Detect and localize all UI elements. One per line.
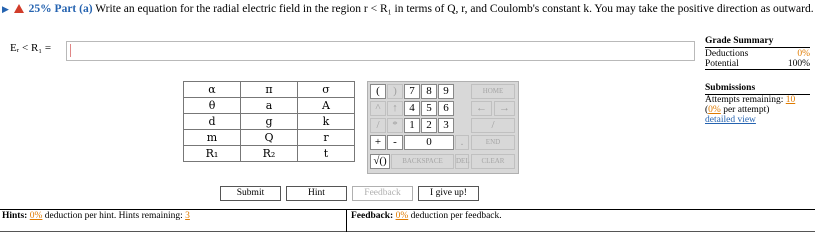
text-caret	[70, 44, 71, 57]
submit-button[interactable]: Submit	[220, 186, 281, 201]
symbol-k-button[interactable]: k	[297, 113, 355, 130]
digit-7-button[interactable]: 7	[404, 84, 420, 99]
potential-label: Potential	[705, 59, 739, 69]
symbol-t-button[interactable]: t	[297, 145, 355, 162]
answer-input[interactable]	[66, 41, 695, 61]
potential-value: 100%	[787, 59, 810, 69]
grade-summary: Grade Summary Deductions 0% Potential 10…	[705, 36, 810, 125]
feedback-pct: 0%	[395, 211, 409, 221]
right-arrow-icon[interactable]: →	[494, 101, 515, 116]
hints-label: Hints:	[2, 211, 28, 221]
per-attempt-pct: 0%	[708, 105, 721, 115]
expand-triangle-icon[interactable]: ▶	[2, 4, 9, 14]
end-button[interactable]: END	[471, 135, 515, 150]
keypad: ( ) 7 8 9 HOME ^ ↑ 4 5 6 ← → / * 1 2 3 /…	[367, 81, 519, 174]
digit-1-button[interactable]: 1	[404, 118, 420, 133]
answer-label: Eᵣ < R₁ =	[10, 42, 52, 54]
question-prompt: ▶ 25% Part (a) Write an equation for the…	[2, 2, 814, 16]
left-arrow-icon[interactable]: ←	[471, 101, 492, 116]
power-button[interactable]: ^	[370, 101, 386, 116]
attempts-value: 10	[785, 95, 796, 105]
digit-0-button[interactable]: 0	[404, 135, 454, 150]
backspace-button[interactable]: BACKSPACE	[391, 154, 454, 169]
per-attempt-line: (0% per attempt)	[705, 105, 770, 115]
decimal-button[interactable]: .	[455, 135, 469, 150]
symbol-alpha-button[interactable]: α	[183, 81, 241, 98]
slash-button[interactable]: /	[471, 118, 515, 133]
hints-text: deduction per hint. Hints remaining:	[44, 211, 183, 221]
grade-summary-title: Grade Summary	[705, 36, 810, 48]
symbol-A-button[interactable]: A	[297, 97, 355, 114]
feedback-info: Feedback: 0% deduction per feedback.	[351, 211, 502, 221]
digit-5-button[interactable]: 5	[421, 101, 437, 116]
divide-button[interactable]: /	[370, 118, 386, 133]
digit-2-button[interactable]: 2	[421, 118, 437, 133]
hints-remaining: 3	[185, 211, 190, 221]
symbol-R2-button[interactable]: R₂	[240, 145, 298, 162]
delete-button[interactable]: DEL	[455, 154, 470, 169]
deductions-value: 0%	[797, 49, 810, 59]
sqrt-button[interactable]: √()	[370, 154, 390, 169]
clear-button[interactable]: CLEAR	[471, 154, 515, 169]
symbol-g-button[interactable]: g	[240, 113, 298, 130]
hint-button[interactable]: Hint	[286, 186, 347, 201]
question-part: Part (a)	[54, 3, 93, 15]
give-up-button[interactable]: I give up!	[418, 186, 479, 201]
feedback-text: deduction per feedback.	[410, 211, 502, 221]
symbol-pi-button[interactable]: π	[240, 81, 298, 98]
plus-button[interactable]: +	[370, 135, 386, 150]
digit-6-button[interactable]: 6	[438, 101, 454, 116]
symbol-sigma-button[interactable]: σ	[297, 81, 355, 98]
deductions-label: Deductions	[705, 49, 749, 59]
question-text: Write an equation for the radial electri…	[95, 3, 814, 15]
multiply-button[interactable]: *	[387, 118, 403, 133]
symbol-m-button[interactable]: m	[183, 129, 241, 146]
warning-icon	[13, 4, 24, 13]
symbol-theta-button[interactable]: θ	[183, 97, 241, 114]
home-button[interactable]: HOME	[471, 84, 515, 99]
symbol-Q-button[interactable]: Q	[240, 129, 298, 146]
attempts-line: Attempts remaining: 10	[705, 95, 810, 105]
footer-top-divider	[0, 209, 815, 210]
symbol-palette: α π σ θ a A d g k m Q r R₁ R₂ t	[183, 81, 355, 162]
detailed-view-link[interactable]: detailed view	[705, 115, 756, 125]
symbol-r-button[interactable]: r	[297, 129, 355, 146]
submissions-title: Submissions	[705, 83, 810, 95]
hints-info: Hints: 0% deduction per hint. Hints rema…	[2, 211, 190, 221]
feedback-button[interactable]: Feedback	[352, 186, 413, 201]
up-arrow-icon[interactable]: ↑	[387, 101, 403, 116]
digit-9-button[interactable]: 9	[438, 84, 454, 99]
footer-column-divider	[346, 209, 347, 232]
digit-3-button[interactable]: 3	[438, 118, 454, 133]
feedback-label: Feedback:	[351, 211, 394, 221]
digit-8-button[interactable]: 8	[421, 84, 437, 99]
hints-pct: 0%	[29, 211, 43, 221]
footer-bottom-divider	[0, 231, 815, 232]
minus-button[interactable]: -	[387, 135, 403, 150]
per-attempt-label: per attempt)	[723, 105, 770, 115]
close-paren-button[interactable]: )	[387, 84, 403, 99]
digit-4-button[interactable]: 4	[404, 101, 420, 116]
symbol-a-button[interactable]: a	[240, 97, 298, 114]
symbol-d-button[interactable]: d	[183, 113, 241, 130]
question-percent: 25%	[28, 3, 52, 15]
attempts-label: Attempts remaining:	[705, 95, 784, 105]
open-paren-button[interactable]: (	[370, 84, 386, 99]
symbol-R1-button[interactable]: R₁	[183, 145, 241, 162]
